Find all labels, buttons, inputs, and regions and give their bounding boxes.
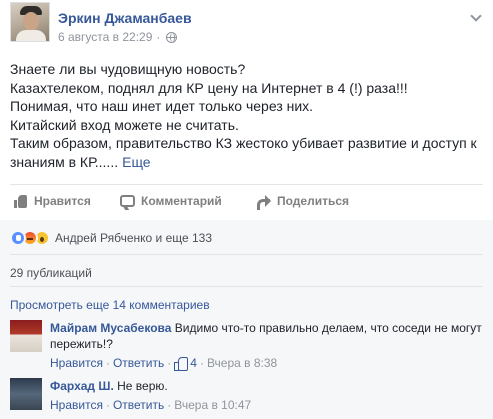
thumbs-up-icon (174, 357, 189, 371)
post-text-last-line: знаниям в КР...... Еще (10, 153, 488, 172)
separator-dot: · (156, 30, 161, 44)
post-text-line: Знаете ли вы чудовищную новость? (10, 61, 246, 77)
post-text-line: Понимая, что наш инет идет только через … (10, 98, 314, 114)
comment-content: Фархад Ш. Не верю. (50, 378, 490, 394)
post-meta: 6 августа в 22:29 · (58, 30, 178, 44)
comment-body: Фархад Ш. Не верю. Нравится · Ответить ·… (50, 378, 490, 413)
comment-time[interactable]: Вчера в 10:47 (174, 397, 251, 413)
author-avatar[interactable] (10, 2, 50, 42)
share-label: Поделиться (277, 194, 350, 208)
commenter-name[interactable]: Майрам Мусабекова (50, 321, 171, 335)
post-text-line: Казахтелеком, поднял для КР цену на Инте… (10, 79, 408, 96)
feedback-area: Андрей Рябченко и еще 133 29 публикаций … (0, 220, 493, 419)
divider (10, 184, 483, 185)
comment-label: Комментарий (141, 194, 222, 208)
avatar-shirt (16, 30, 46, 41)
comment-body: Майрам Мусабекова Видимо что-то правильн… (50, 320, 490, 371)
separator-dot: · (105, 398, 110, 412)
view-more-comments-link[interactable]: Просмотреть еще 14 комментариев (10, 298, 210, 312)
post-header: Эркин Джаманбаев 6 августа в 22:29 · (10, 2, 482, 46)
separator-dot: · (199, 356, 204, 370)
like-reaction-icon (10, 230, 26, 246)
see-more-link[interactable]: Еще (122, 154, 151, 170)
share-icon (257, 195, 271, 210)
commenter-avatar[interactable] (10, 378, 42, 410)
thumbs-up-icon (14, 194, 28, 208)
commenter-name[interactable]: Фархад Ш. (50, 379, 114, 393)
avatar-face (23, 12, 39, 31)
comment-reply-link[interactable]: Ответить (113, 355, 164, 371)
divider (10, 286, 483, 287)
post-text-line: Таким образом, правительство КЗ жестоко … (10, 135, 477, 151)
comment-meta: Нравится · Ответить · 4 · Вчера в 8:38 (50, 355, 490, 371)
post-text: Знаете ли вы чудовищную новость? Казахте… (10, 60, 488, 171)
like-button[interactable]: Нравится (14, 191, 91, 211)
reactions-text: Андрей Рябченко и еще 133 (55, 231, 213, 245)
comment-content: Майрам Мусабекова Видимо что-то правильн… (50, 320, 490, 352)
post-text-line: знаниям в КР...... (10, 153, 119, 170)
comment-reply-link[interactable]: Ответить (113, 397, 164, 413)
comment-like-count[interactable]: 4 (190, 355, 197, 371)
separator-dot: · (105, 356, 110, 370)
post-text-line: Китайский вход можете не считать. (10, 116, 239, 133)
post-timestamp[interactable]: 6 августа в 22:29 (58, 30, 152, 44)
comment-meta: Нравится · Ответить · Вчера в 10:47 (50, 397, 490, 413)
comment-like-link[interactable]: Нравится (50, 355, 103, 371)
like-label: Нравится (34, 194, 91, 208)
action-bar: Нравится Комментарий Поделиться (10, 191, 483, 211)
author-name[interactable]: Эркин Джаманбаев (58, 10, 192, 26)
comment-like-link[interactable]: Нравится (50, 397, 103, 413)
separator-dot: · (167, 356, 172, 370)
share-button[interactable]: Поделиться (257, 191, 349, 211)
chevron-down-icon[interactable] (470, 10, 482, 22)
shares-count[interactable]: 29 публикаций (10, 266, 92, 280)
reactions-summary[interactable]: Андрей Рябченко и еще 133 (10, 228, 212, 248)
commenter-avatar[interactable] (10, 320, 42, 352)
comment-text: Не верю. (117, 379, 168, 393)
comment-time[interactable]: Вчера в 8:38 (207, 355, 277, 371)
comment-button[interactable]: Комментарий (120, 191, 222, 211)
divider (10, 254, 483, 255)
facebook-post: Эркин Джаманбаев 6 августа в 22:29 · Зна… (0, 0, 493, 419)
globe-icon[interactable] (166, 31, 178, 43)
comment-icon (120, 195, 135, 207)
separator-dot: · (167, 398, 172, 412)
